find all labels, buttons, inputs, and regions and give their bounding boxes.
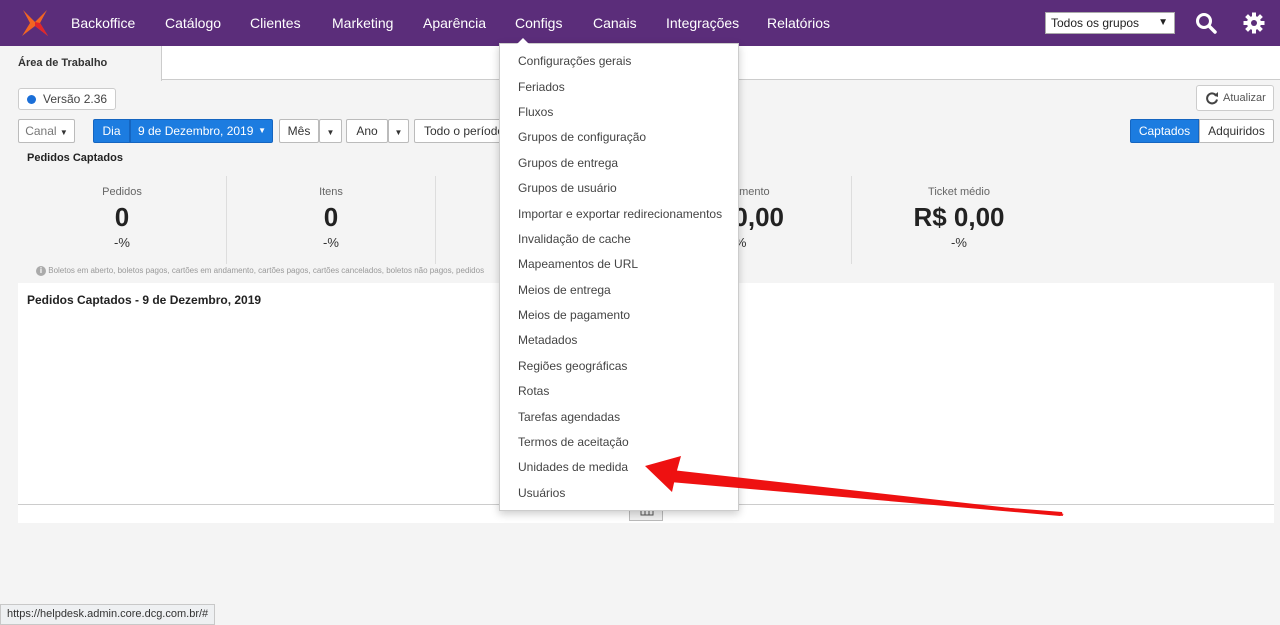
annotation-arrow-icon bbox=[645, 456, 1064, 516]
status-bar-url: https://helpdesk.admin.core.dcg.com.br/# bbox=[0, 604, 216, 625]
